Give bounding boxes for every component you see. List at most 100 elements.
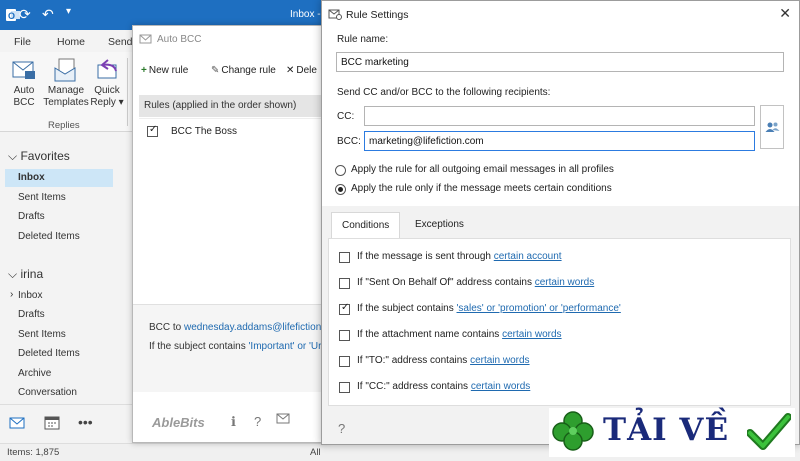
quick-access-menu-icon[interactable]: ▾ — [66, 6, 71, 17]
rule-row[interactable]: BCC The Boss — [139, 121, 323, 143]
condition-text: If the attachment name contains certain … — [357, 329, 562, 340]
apply-conditions-label[interactable]: Apply the rule only if the message meets… — [351, 183, 612, 194]
folder-conversation[interactable]: Conversation — [18, 387, 77, 398]
rule-settings-dialog: Rule Settings ✕ Rule name: BCC marketing… — [321, 0, 800, 445]
module-switcher: ••• — [0, 404, 132, 444]
condition-link[interactable]: certain account — [494, 251, 562, 262]
condition-checkbox[interactable] — [339, 252, 350, 263]
chevron-right-icon[interactable]: › — [10, 289, 13, 300]
folder-sent-items[interactable]: Sent Items — [18, 329, 66, 340]
clover-icon — [551, 410, 595, 454]
rules-list: BCC The Boss — [139, 118, 323, 304]
condition-text: If "CC:" address contains certain words — [357, 381, 530, 392]
tab-home[interactable]: Home — [57, 36, 85, 48]
new-rule-label: New rule — [148, 65, 189, 76]
ribbon-group-label: Replies — [48, 120, 80, 131]
rule-name-input[interactable]: BCC marketing — [336, 52, 784, 72]
more-options-icon[interactable]: ••• — [78, 414, 93, 430]
condition-checkbox[interactable] — [339, 330, 350, 341]
condition-prefix: If "CC:" address contains — [357, 381, 471, 392]
window-title: Inbox - — [290, 9, 321, 20]
quick-reply-label-2: Reply ▾ — [90, 97, 124, 108]
conditions-panel: If the message is sent through certain a… — [328, 238, 791, 406]
account-header[interactable]: ⌵ irina — [8, 267, 43, 282]
condition-link[interactable]: certain words — [502, 329, 561, 340]
apply-conditions-radio[interactable] — [335, 184, 346, 195]
quick-reply-button[interactable]: Quick Reply ▾ — [90, 57, 124, 109]
item-count: Items: 1,875 — [7, 447, 60, 458]
ribbon: Auto BCC Manage Templates Quick Reply ▾ … — [0, 52, 140, 132]
manage-templates-button[interactable]: Manage Templates — [43, 57, 89, 109]
recipients-label: Send CC and/or BCC to the following reci… — [337, 87, 551, 98]
cc-label: CC: — [337, 111, 355, 122]
auto-bcc-button[interactable]: Auto BCC — [9, 57, 39, 109]
watermark: TẢI VỀ — [549, 408, 795, 457]
condition-link[interactable]: certain words — [535, 277, 594, 288]
tab-send[interactable]: Send — [108, 36, 133, 48]
help-icon[interactable]: ? — [338, 421, 345, 436]
change-rule-label: Change rule — [221, 65, 276, 76]
folder-favorites-deleted[interactable]: Deleted Items — [18, 231, 80, 242]
condition-prefix: If "TO:" address contains — [357, 355, 471, 366]
auto-bcc-title: Auto BCC — [157, 34, 202, 45]
tab-exceptions[interactable]: Exceptions — [405, 212, 474, 238]
rule-name: BCC The Boss — [171, 126, 237, 137]
quick-reply-icon — [94, 57, 120, 83]
condition-link[interactable]: certain words — [470, 355, 529, 366]
folder-deleted-items[interactable]: Deleted Items — [18, 348, 80, 359]
cc-input[interactable] — [364, 106, 755, 126]
pencil-icon: ✎ — [211, 65, 220, 76]
folder-pane: ⌵ Favorites Inbox Sent Items Drafts Dele… — [0, 132, 132, 404]
condition-checkbox[interactable] — [339, 382, 350, 393]
condition-link[interactable]: certain words — [471, 381, 530, 392]
quick-reply-label-1: Quick — [94, 85, 120, 96]
condition-text: If "TO:" address contains certain words — [357, 355, 530, 366]
send-receive-icon[interactable]: ⟳ — [19, 6, 31, 23]
bcc-label: BCC: — [337, 136, 361, 147]
chevron-down-icon: ⌵ — [8, 149, 18, 163]
folder-drafts[interactable]: Drafts — [18, 309, 45, 320]
summary-condition-prefix: If the subject contains — [149, 341, 249, 352]
filter-status: All — [310, 447, 321, 458]
mail-icon[interactable] — [9, 416, 25, 430]
ribbon-separator — [127, 58, 128, 126]
close-icon[interactable]: ✕ — [779, 5, 791, 22]
folder-archive[interactable]: Archive — [18, 368, 51, 379]
bcc-input[interactable]: marketing@lifefiction.com — [364, 131, 755, 151]
folder-inbox[interactable]: Inbox — [18, 290, 42, 301]
summary-bcc-line: BCC to wednesday.addams@lifefiction.c — [149, 322, 327, 333]
address-book-button[interactable] — [760, 105, 784, 149]
manage-templates-label-2: Templates — [43, 97, 89, 108]
folder-favorites-sent[interactable]: Sent Items — [18, 192, 66, 203]
change-rule-button[interactable]: ✎ Change rule — [211, 65, 276, 76]
condition-checkbox[interactable] — [339, 356, 350, 367]
calendar-icon[interactable] — [44, 415, 60, 430]
rule-name-label: Rule name: — [337, 34, 389, 45]
undo-icon[interactable]: ↶ — [42, 6, 54, 23]
folder-favorites-drafts[interactable]: Drafts — [18, 211, 45, 222]
auto-bcc-dialog: Auto BCC + New rule ✎ Change rule ✕ Dele Ru… — [132, 25, 327, 443]
condition-checkbox[interactable] — [339, 278, 350, 289]
delete-rule-button[interactable]: ✕ Dele — [286, 65, 317, 76]
chevron-down-icon: ⌵ — [8, 267, 18, 281]
condition-prefix: If the message is sent through — [357, 251, 494, 262]
email-feedback-icon[interactable] — [276, 413, 290, 424]
condition-prefix: If "Sent On Behalf Of" address contains — [357, 277, 535, 288]
tab-conditions[interactable]: Conditions — [331, 212, 401, 238]
apply-all-label[interactable]: Apply the rule for all outgoing email me… — [351, 164, 614, 175]
rule-summary: BCC to wednesday.addams@lifefiction.c If… — [133, 304, 327, 392]
favorites-header[interactable]: ⌵ Favorites — [8, 149, 70, 164]
new-rule-button[interactable]: + New rule — [141, 65, 188, 76]
ablebits-logo: AbleBits — [152, 415, 205, 430]
condition-link[interactable]: 'sales' or 'promotion' or 'performance' — [457, 303, 621, 314]
help-icon[interactable]: ? — [254, 414, 261, 429]
plus-icon: + — [141, 65, 147, 76]
folder-favorites-inbox[interactable]: Inbox — [18, 172, 45, 183]
condition-checkbox[interactable] — [339, 302, 350, 315]
checkmark-icon — [747, 412, 791, 452]
info-icon[interactable]: ℹ — [231, 414, 236, 430]
apply-all-radio[interactable] — [335, 165, 346, 176]
rule-enabled-checkbox[interactable] — [147, 124, 158, 137]
auto-bcc-dialog-icon — [139, 33, 152, 45]
tab-file[interactable]: File — [14, 36, 31, 48]
